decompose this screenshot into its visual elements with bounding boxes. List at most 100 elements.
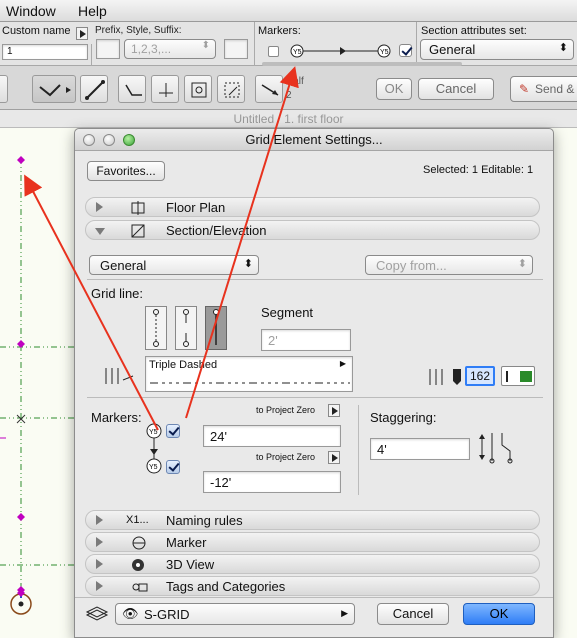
toolbar-button-partial[interactable] [0, 75, 8, 103]
popup-arrow-icon: ▶ [341, 608, 348, 618]
section-naming-rules[interactable]: X1... Naming rules [85, 510, 540, 530]
line-type-popup[interactable]: Triple Dashed ▶ [145, 356, 353, 392]
section-section-elevation[interactable]: Section/Elevation [85, 220, 540, 240]
grid-element-settings-dialog: Grid Element Settings... Favorites... Se… [74, 128, 554, 638]
divider [254, 22, 255, 66]
disclosure-triangle-icon [96, 515, 103, 525]
grid-line-half-icon [213, 309, 219, 345]
line-type-icon [105, 368, 134, 384]
section-tags-categories[interactable]: Tags and Categories [85, 576, 540, 596]
menu-help[interactable]: Help [78, 3, 107, 19]
grid-endpoint[interactable] [17, 156, 25, 164]
marker-line-icon: Y5 Y5 [290, 44, 391, 58]
section-attributes-value: General [429, 42, 476, 57]
half-label: Half [286, 76, 304, 87]
marker-start-checkbox[interactable] [166, 424, 180, 438]
svg-text:Y5: Y5 [380, 49, 389, 56]
geometry-method-button[interactable] [32, 75, 76, 103]
section-label: 3D View [166, 557, 215, 572]
popup-arrows-icon: ⬍ [517, 258, 527, 270]
svg-text:Y5: Y5 [149, 464, 158, 471]
section-marker[interactable]: Marker [85, 532, 540, 552]
selection-status: Selected: 1 Editable: 1 [423, 164, 534, 176]
svg-text:Y5: Y5 [293, 49, 302, 56]
grid-endpoint[interactable] [17, 513, 25, 521]
ok-button[interactable]: OK [463, 603, 535, 625]
orientation-button[interactable] [255, 75, 283, 103]
section-label: Naming rules [166, 513, 243, 528]
disclosure-triangle-icon [96, 581, 103, 591]
frame-icon [191, 82, 207, 98]
window-title: Untitled / 1. first floor [233, 112, 344, 126]
pen-color-swatch[interactable] [501, 366, 535, 386]
copy-from-popup[interactable]: Copy from... ⬍ [365, 255, 533, 275]
tags-icon [130, 580, 148, 594]
toolbar-ok-button[interactable]: OK [376, 78, 412, 100]
segment-field[interactable]: 2' [261, 329, 351, 351]
marker-end-elevation-field[interactable]: -12' [203, 471, 341, 493]
divider [87, 397, 543, 398]
section-attributes-popup[interactable]: General ⬍ [420, 39, 574, 60]
geometry-method-icon [39, 84, 71, 97]
marker-end-checkbox[interactable] [166, 460, 180, 474]
layer-popup[interactable]: 👁 S-GRID ▶ [115, 603, 355, 625]
prefix-field[interactable] [96, 39, 120, 59]
line-tool-button[interactable] [80, 75, 108, 103]
section-label: Floor Plan [166, 200, 226, 215]
section-floor-plan[interactable]: Floor Plan [85, 197, 540, 217]
style-popup[interactable]: 1,2,3,... ⬍ [124, 39, 216, 59]
favorites-button[interactable]: Favorites... [87, 161, 165, 181]
dialog-title-bar[interactable]: Grid Element Settings... [75, 129, 553, 151]
grid-line-full-icon [153, 309, 159, 347]
to-project-zero-menu-button[interactable] [328, 451, 340, 464]
triple-dashed-preview [150, 382, 350, 384]
custom-name-label: Custom name [2, 25, 71, 37]
grid-line-option-full[interactable] [145, 306, 167, 350]
segment-label: Segment [261, 305, 314, 320]
grid-line-option-segment[interactable] [175, 306, 197, 350]
orientation-icon [261, 84, 279, 96]
marker-icon [130, 536, 148, 550]
pen-icon [429, 369, 461, 385]
toolbar-cancel-button[interactable]: Cancel [418, 78, 494, 100]
prefix-style-suffix-label: Prefix, Style, Suffix: [95, 25, 182, 36]
suffix-field[interactable] [224, 39, 248, 59]
offset-icon [159, 83, 173, 97]
custom-name-field[interactable]: 1 [2, 44, 88, 60]
send-button[interactable]: ✎ Send & [510, 76, 577, 102]
section-label: Tags and Categories [166, 579, 286, 594]
section-3d-view[interactable]: 3D View [85, 554, 540, 574]
attributes-set-value: General [100, 258, 147, 273]
menu-window[interactable]: Window [6, 3, 56, 19]
info-box: Custom name 1 Prefix, Style, Suffix: 1,2… [0, 22, 577, 66]
divider [87, 279, 543, 280]
layer-icon [85, 606, 109, 621]
pen-number-field[interactable]: 162 [465, 366, 495, 386]
eye-icon: 👁 [122, 606, 139, 621]
popup-arrows-icon: ⬍ [243, 258, 253, 270]
marker-start-checkbox[interactable] [268, 46, 279, 57]
to-project-zero-menu-button[interactable] [328, 404, 340, 417]
popup-arrow-icon: ▶ [339, 359, 346, 368]
marker-chain-icon: Y5 Y5 [146, 423, 162, 474]
disclosure-triangle-icon [96, 559, 103, 569]
cancel-button[interactable]: Cancel [377, 603, 449, 625]
grid-line-option-half[interactable] [205, 306, 227, 350]
attributes-set-popup[interactable]: General ⬍ [89, 255, 259, 275]
magic-wand-button[interactable] [217, 75, 245, 103]
staggering-field[interactable]: 4' [370, 438, 470, 460]
custom-name-menu-button[interactable] [76, 27, 88, 40]
divider [75, 597, 553, 598]
marker-end-checkbox[interactable] [399, 44, 412, 57]
divider [91, 44, 92, 66]
staggering-icon [479, 433, 513, 464]
marker-start-elevation-field[interactable]: 24' [203, 425, 341, 447]
magic-wand-icon [224, 82, 240, 98]
half-value: 2 [286, 90, 292, 101]
frame-tool-button[interactable] [184, 75, 212, 103]
offset-tool-button[interactable] [151, 75, 179, 103]
angle-tool-button[interactable] [118, 75, 146, 103]
grid-marker-symbol[interactable] [10, 589, 32, 615]
section-elevation-icon [130, 224, 148, 238]
copy-from-label: Copy from... [376, 258, 447, 273]
